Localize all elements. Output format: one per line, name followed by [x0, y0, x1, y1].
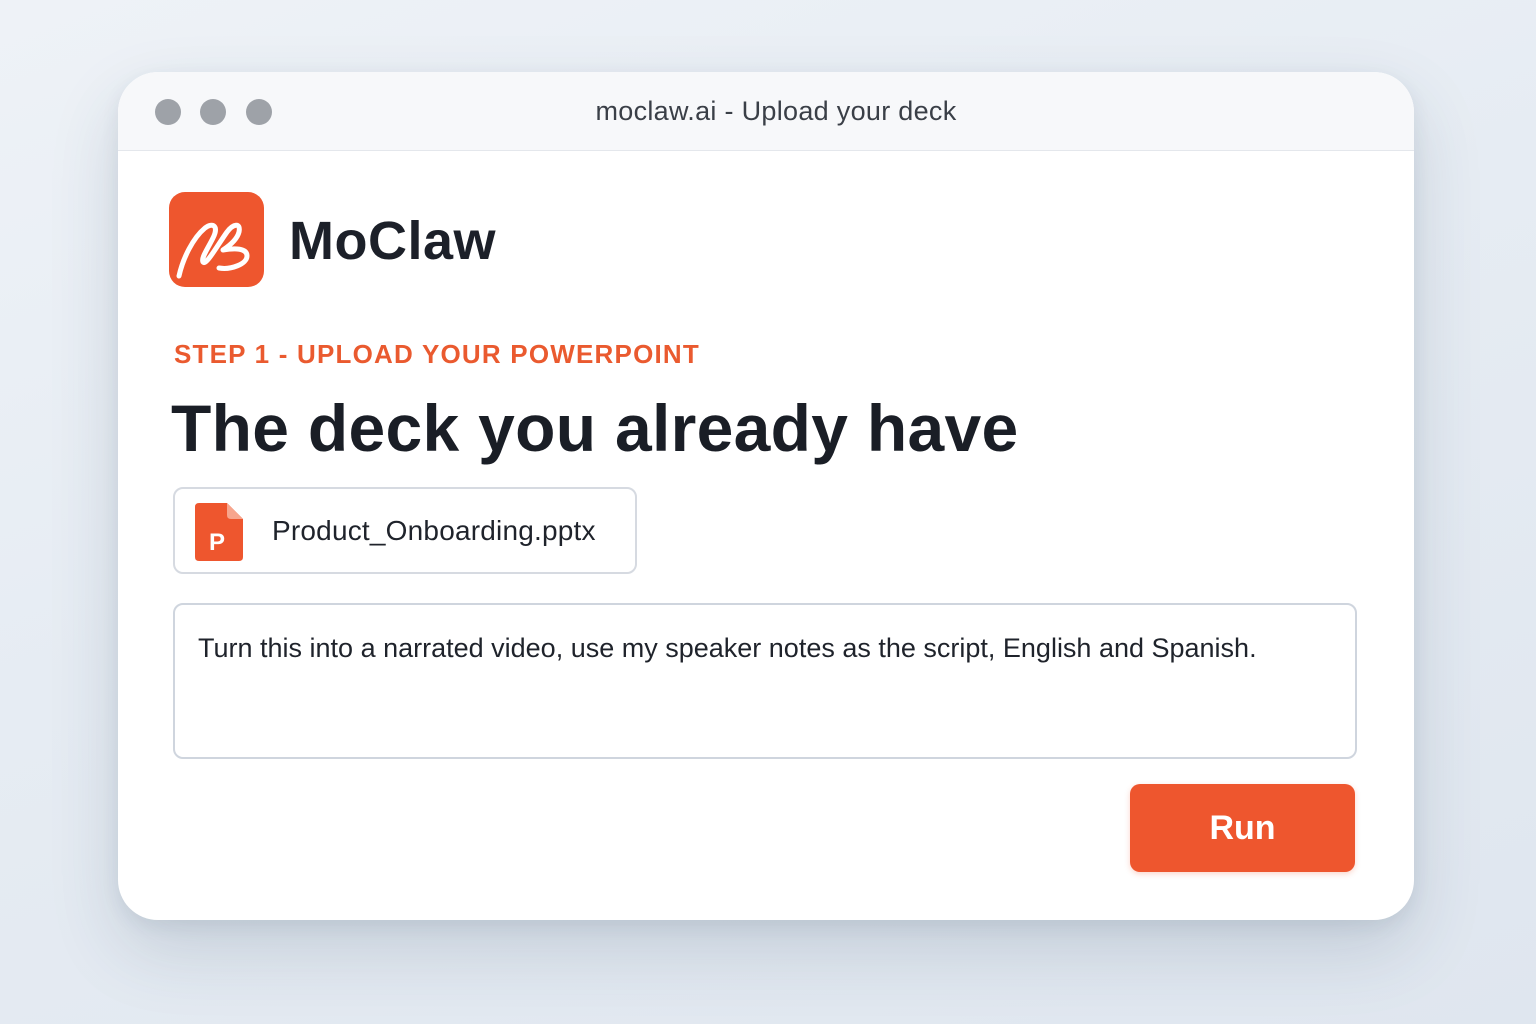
- prompt-textarea[interactable]: Turn this into a narrated video, use my …: [173, 603, 1357, 759]
- moclaw-logo: [169, 192, 264, 287]
- run-button[interactable]: Run: [1130, 784, 1355, 872]
- signature-scribble-icon: [176, 222, 250, 279]
- uploaded-file-chip[interactable]: P Product_Onboarding.pptx: [173, 487, 637, 574]
- step-label: STEP 1 - UPLOAD YOUR POWERPOINT: [174, 339, 700, 369]
- browser-window: moclaw.ai - Upload your deck MoClaw STEP…: [118, 72, 1414, 920]
- powerpoint-file-icon: P: [195, 503, 243, 566]
- prompt-text: Turn this into a narrated video, use my …: [198, 633, 1257, 663]
- window-title: moclaw.ai - Upload your deck: [595, 96, 957, 126]
- brand-name: MoClaw: [289, 211, 497, 271]
- file-icon-letter: P: [209, 529, 225, 556]
- file-name: Product_Onboarding.pptx: [272, 515, 596, 546]
- title-bar: moclaw.ai - Upload your deck: [118, 72, 1414, 151]
- page-headline: The deck you already have: [171, 391, 1019, 465]
